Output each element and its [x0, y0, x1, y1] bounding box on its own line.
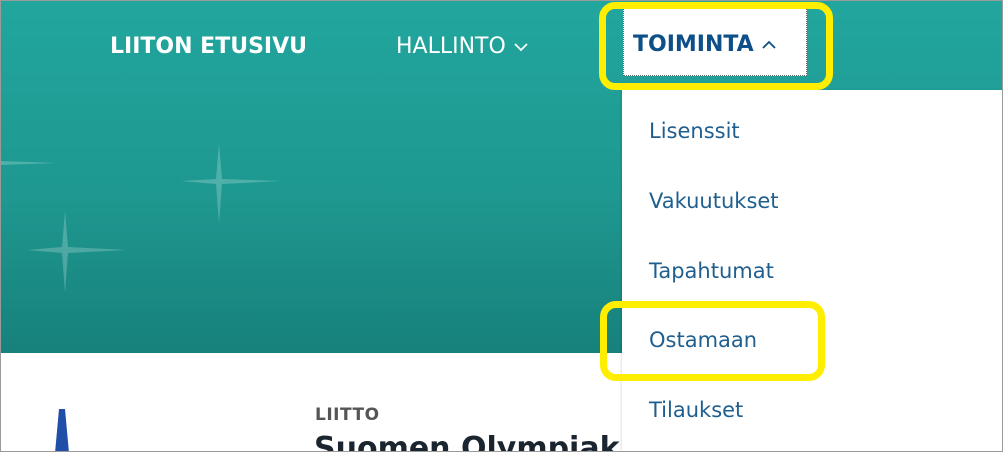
- logo-icon: [55, 409, 69, 451]
- chevron-down-icon: [514, 43, 528, 52]
- menu-item-ostamaan[interactable]: Ostamaan: [649, 328, 757, 352]
- page-frame: LIITON ETUSIVU HALLINTO TOIMINTA Lisenss…: [0, 0, 1003, 452]
- nav-hallinto-label: HALLINTO: [396, 34, 506, 59]
- menu-item-lisenssit[interactable]: Lisenssit: [649, 119, 740, 143]
- sparkle-icon: [27, 211, 127, 293]
- chevron-up-icon: [762, 40, 776, 49]
- nav-toiminta-menu[interactable]: TOIMINTA: [633, 29, 776, 61]
- sparkle-icon: [1, 161, 57, 165]
- nav-home-link[interactable]: LIITON ETUSIVU: [110, 31, 307, 63]
- nav-toiminta-label: TOIMINTA: [633, 32, 754, 57]
- content-title: Suomen Olympiak: [314, 431, 620, 452]
- menu-item-tapahtumat[interactable]: Tapahtumat: [649, 259, 774, 283]
- sparkle-icon: [181, 143, 281, 223]
- nav-hallinto-menu[interactable]: HALLINTO: [396, 31, 528, 63]
- toiminta-dropdown-menu: Lisenssit Vakuutukset Tapahtumat Ostamaa…: [622, 90, 1002, 451]
- menu-item-vakuutukset[interactable]: Vakuutukset: [649, 189, 779, 213]
- menu-item-tilaukset[interactable]: Tilaukset: [649, 398, 743, 422]
- content-category: LIITTO: [315, 405, 380, 425]
